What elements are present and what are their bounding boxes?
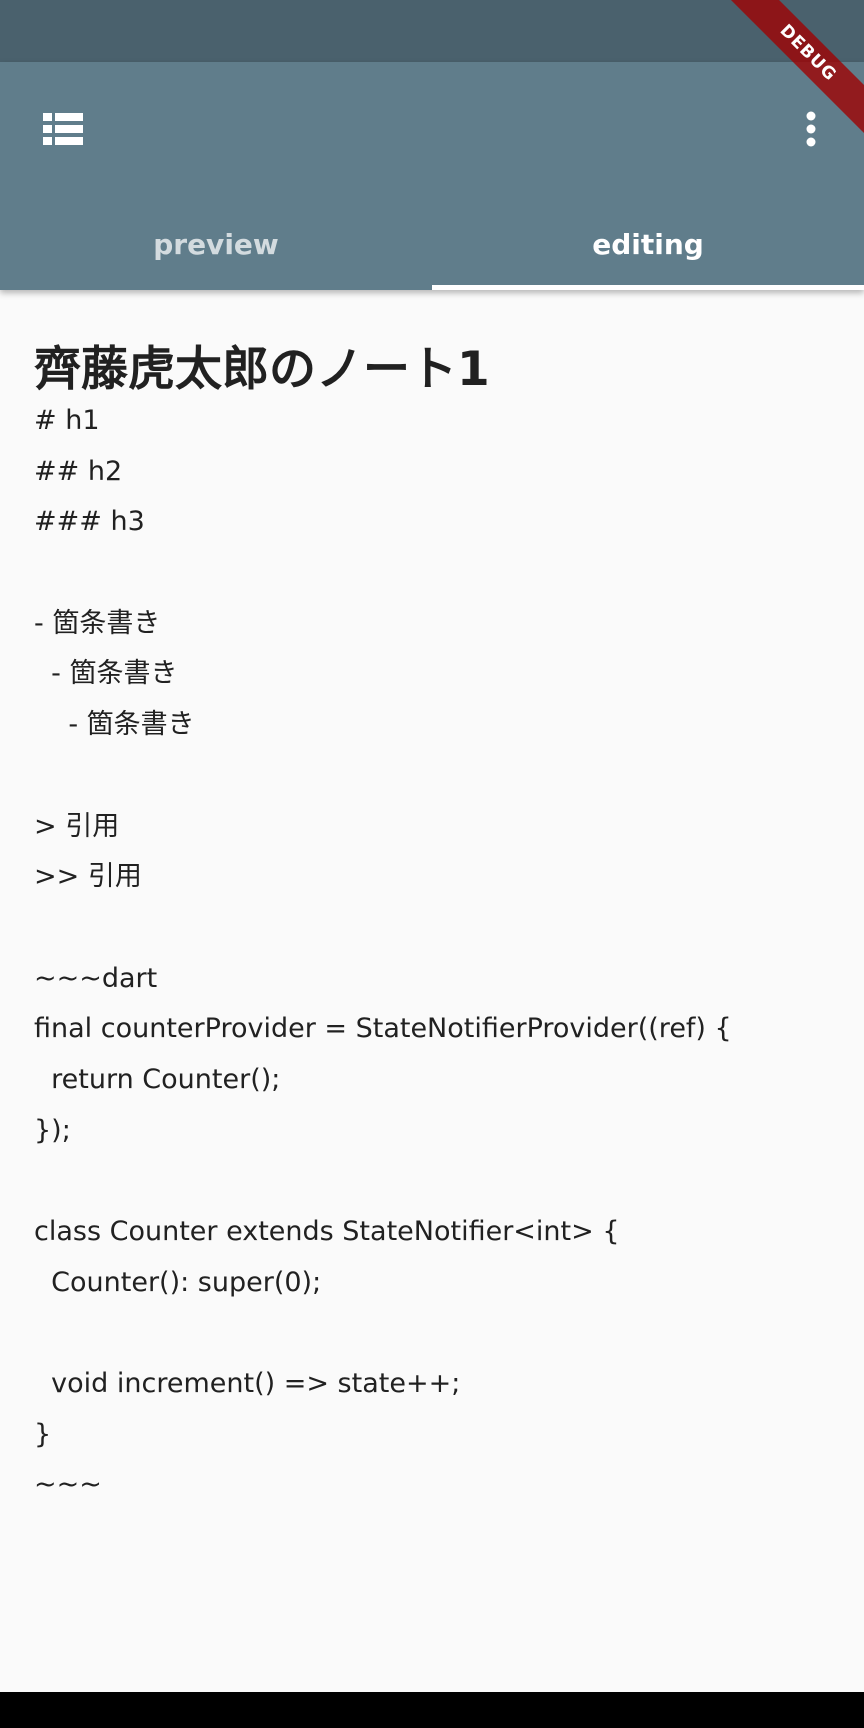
editor-line: > 引用 [34,810,120,842]
editor-line: ~~~ [34,1469,102,1501]
editor-line: final counterProvider = StateNotifierPro… [34,1013,732,1045]
note-editor[interactable]: # h1 ## h2 ### h3 - 箇条書き - 箇条書き - 箇条書き > 引用 >… [34,396,844,1511]
editor-line: } [34,1418,52,1450]
tab-indicator [432,285,864,290]
tab-preview[interactable]: preview [0,202,432,290]
editor-line: - 箇条書き [34,709,195,741]
note-content: 齊藤虎太郎のノート1 # h1 ## h2 ### h3 - 箇条書き - 箇条書き … [0,290,864,1692]
editor-line: }); [34,1114,71,1146]
status-bar [0,0,864,62]
editor-line: class Counter extends StateNotifier<int>… [34,1216,620,1247]
editor-line: - 箇条書き [34,607,161,639]
more-vert-icon [805,111,817,151]
list-icon [43,113,83,149]
tab-bar: preview editing [0,202,864,290]
editor-line: - 箇条書き [34,658,178,690]
note-title: 齊藤虎太郎のノート1 [34,342,490,397]
app-bar: preview editing [0,62,864,290]
tab-editing[interactable]: editing [432,202,864,290]
editor-line: Counter(): super(0); [34,1266,322,1298]
editor-line: ## h2 [34,455,123,487]
tab-preview-label: preview [153,227,279,261]
list-button[interactable] [32,100,94,162]
editor-line: # h1 [34,405,100,436]
editor-line: >> 引用 [34,861,142,893]
editor-line: void increment() => state++; [34,1368,461,1400]
navigation-bar [0,1692,864,1728]
editor-line: ~~~dart [34,962,158,994]
editor-line: return Counter(); [34,1063,281,1095]
more-options-button[interactable] [780,100,842,162]
tab-editing-label: editing [592,227,704,261]
editor-line: ### h3 [34,506,145,538]
